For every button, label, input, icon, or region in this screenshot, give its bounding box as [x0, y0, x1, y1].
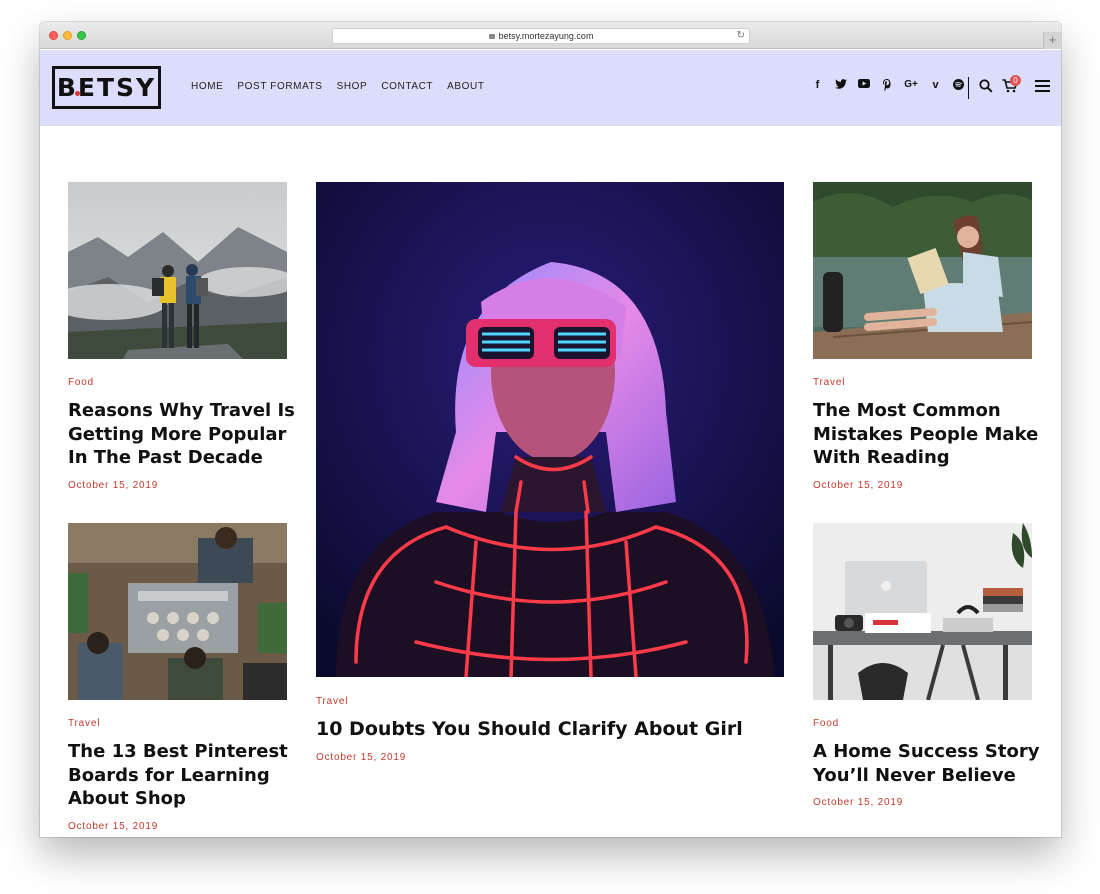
post-title-line: Getting More Popular — [68, 423, 287, 445]
nav-item-contact[interactable]: CONTACT — [381, 81, 433, 92]
post-category[interactable]: Travel — [813, 377, 845, 388]
facebook-icon[interactable]: f — [811, 79, 824, 94]
reload-icon[interactable]: ↻ — [737, 29, 745, 43]
hikers-mountain-image[interactable] — [68, 182, 287, 359]
post-title-line: The 13 Best Pinterest — [68, 741, 288, 762]
search-icon[interactable] — [979, 79, 993, 93]
youtube-icon[interactable] — [857, 79, 870, 94]
lock-icon — [488, 34, 495, 39]
post-title-line: In The Past Decade — [68, 447, 263, 468]
post-title-line: With Reading — [813, 447, 950, 468]
spotify-icon[interactable] — [952, 79, 965, 94]
post-title-line: About Shop — [68, 788, 186, 809]
post-category[interactable]: Travel — [316, 696, 348, 707]
social-links: f G+ v — [811, 79, 965, 94]
twitter-icon[interactable] — [834, 79, 847, 94]
close-window-button[interactable] — [49, 31, 58, 40]
post-date: October 15, 2019 — [68, 821, 159, 832]
nav-item-home[interactable]: HOME — [191, 81, 223, 92]
header-divider — [968, 77, 969, 99]
post-title[interactable]: A Home Success Story You’ll Never Believ… — [813, 740, 1043, 787]
post-date: October 15, 2019 — [316, 752, 407, 763]
post-title[interactable]: The Most Common Mistakes People Make Wit… — [813, 399, 1043, 470]
post-date: October 15, 2019 — [813, 797, 904, 808]
pinterest-icon[interactable] — [880, 79, 893, 94]
nav-item-about[interactable]: ABOUT — [447, 81, 484, 92]
post-category[interactable]: Food — [813, 718, 839, 729]
post-title-line: A Home Success Story — [813, 741, 1040, 762]
logo-dot — [75, 91, 80, 96]
post-date: October 15, 2019 — [813, 480, 904, 491]
post-date: October 15, 2019 — [68, 480, 159, 491]
cart-count-badge: 0 — [1010, 75, 1021, 86]
post-title[interactable]: The 13 Best Pinterest Boards for Learnin… — [68, 740, 298, 811]
cafe-barista-image[interactable] — [68, 523, 287, 700]
post-title-line: Reasons Why Travel Is — [68, 400, 295, 421]
main-navigation: HOME POST FORMATS SHOP CONTACT ABOUT — [191, 81, 485, 92]
post-title[interactable]: Reasons Why Travel Is Getting More Popul… — [68, 399, 298, 470]
google-plus-icon[interactable]: G+ — [903, 79, 919, 94]
url-text: betsy.mortezayung.com — [498, 31, 594, 41]
menu-toggle-icon[interactable] — [1035, 80, 1050, 92]
post-title-line: Mistakes People Make — [813, 423, 1039, 445]
address-bar[interactable]: betsy.mortezayung.com ↻ — [332, 28, 750, 44]
new-tab-button[interactable]: + — [1043, 32, 1061, 49]
post-title-line: The Most Common — [813, 400, 1001, 421]
browser-window: betsy.mortezayung.com ↻ + BETSY HOME POS… — [40, 22, 1061, 837]
minimize-window-button[interactable] — [63, 31, 72, 40]
desk-laptop-image[interactable] — [813, 523, 1032, 700]
site-header: BETSY HOME POST FORMATS SHOP CONTACT ABO… — [40, 50, 1061, 126]
maximize-window-button[interactable] — [77, 31, 86, 40]
neon-girl-image[interactable] — [316, 182, 784, 677]
post-category[interactable]: Food — [68, 377, 94, 388]
post-title-line: Boards for Learning — [68, 764, 270, 786]
vimeo-icon[interactable]: v — [929, 79, 942, 94]
nav-item-shop[interactable]: SHOP — [337, 81, 368, 92]
woman-reading-lake-image[interactable] — [813, 182, 1032, 359]
post-category[interactable]: Travel — [68, 718, 100, 729]
logo-text: BETSY — [56, 73, 157, 102]
post-title-line: You’ll Never Believe — [813, 764, 1016, 786]
browser-titlebar: betsy.mortezayung.com ↻ + — [40, 22, 1061, 49]
post-title-line: 10 Doubts You Should Clarify About Girl — [316, 718, 743, 740]
post-title[interactable]: 10 Doubts You Should Clarify About Girl — [316, 718, 786, 742]
site-logo[interactable]: BETSY — [52, 66, 161, 109]
nav-item-post-formats[interactable]: POST FORMATS — [237, 81, 322, 92]
